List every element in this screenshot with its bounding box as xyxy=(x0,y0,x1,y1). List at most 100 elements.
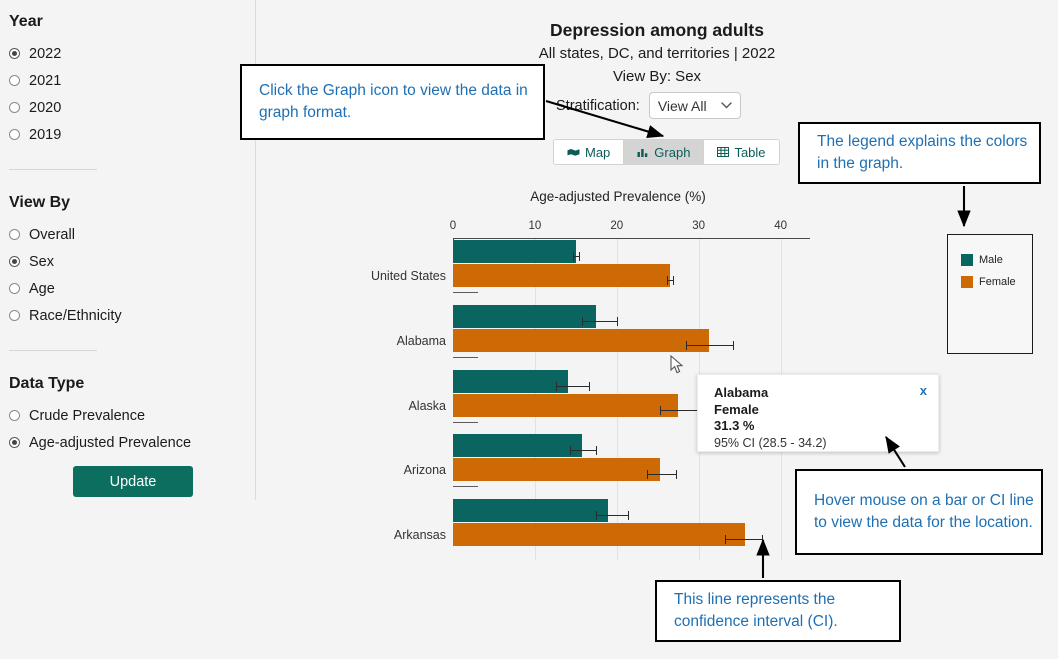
bar-male[interactable] xyxy=(453,304,596,328)
tooltip-value: 31.3 % xyxy=(714,418,755,433)
category-separator-tick xyxy=(453,356,478,358)
legend-item-male[interactable]: Male xyxy=(961,254,1032,266)
radio-icon[interactable] xyxy=(9,229,20,240)
confidence-interval-line[interactable] xyxy=(595,515,629,517)
tab-table[interactable]: Table xyxy=(704,140,779,164)
confidence-interval-cap xyxy=(686,340,688,350)
stratification-label: Stratification: xyxy=(556,97,640,114)
legend-swatch-male xyxy=(961,254,973,266)
radio-icon[interactable] xyxy=(9,256,20,267)
bar-female[interactable] xyxy=(453,458,661,482)
year-option-2022[interactable]: 2022 xyxy=(0,40,240,67)
confidence-interval-cap xyxy=(556,381,558,391)
bar-male[interactable] xyxy=(453,434,583,458)
radio-icon[interactable] xyxy=(9,283,20,294)
legend-item-female[interactable]: Female xyxy=(961,276,1032,288)
bar-female[interactable] xyxy=(453,328,710,352)
confidence-interval-cap xyxy=(570,446,572,456)
sidebar-rule-1 xyxy=(9,169,97,170)
page-title: Depression among adults xyxy=(550,20,764,40)
x-tick-label: 10 xyxy=(528,220,542,232)
callout-graph-icon: Click the Graph icon to view the data in… xyxy=(240,64,545,140)
view-by-option-age[interactable]: Age xyxy=(0,275,240,302)
option-label: Age xyxy=(29,280,55,297)
sidebar-rule-2 xyxy=(9,350,97,351)
view-by-option-sex[interactable]: Sex xyxy=(0,248,240,275)
y-axis-category-labels: United States Alabama Alaska Arizona Arkansa… xyxy=(300,238,446,560)
confidence-interval-line[interactable] xyxy=(556,385,589,387)
tab-graph[interactable]: Graph xyxy=(624,140,705,164)
legend-label: Male xyxy=(979,254,1003,266)
legend-swatch-female xyxy=(961,276,973,288)
radio-icon[interactable] xyxy=(9,102,20,113)
radio-icon[interactable] xyxy=(9,410,20,421)
bar-male[interactable] xyxy=(453,240,576,263)
confidence-interval-line[interactable] xyxy=(724,539,762,541)
option-label: Overall xyxy=(29,226,75,243)
tab-map[interactable]: Map xyxy=(554,140,625,164)
option-label: Sex xyxy=(29,253,54,270)
bar-female[interactable] xyxy=(453,523,745,547)
option-label: 2019 xyxy=(29,126,62,143)
confidence-interval-line[interactable] xyxy=(686,344,734,346)
year-option-2021[interactable]: 2021 xyxy=(0,67,240,94)
year-option-2019[interactable]: 2019 xyxy=(0,121,240,148)
bar-female[interactable] xyxy=(453,264,671,287)
bar-male[interactable] xyxy=(453,369,569,393)
mouse-cursor-icon xyxy=(670,354,686,380)
confidence-interval-cap xyxy=(628,511,630,521)
confidence-interval-cap xyxy=(647,470,649,480)
year-heading: Year xyxy=(9,13,43,30)
bar-female[interactable] xyxy=(453,393,679,417)
stratification-control: Stratification: View All xyxy=(556,92,741,119)
confidence-interval-cap xyxy=(675,470,677,480)
radio-icon[interactable] xyxy=(9,129,20,140)
year-option-2020[interactable]: 2020 xyxy=(0,94,240,121)
confidence-interval-cap xyxy=(616,316,618,326)
confidence-interval-line[interactable] xyxy=(570,450,597,452)
confidence-interval-cap xyxy=(660,405,662,415)
confidence-interval-cap xyxy=(582,316,584,326)
confidence-interval-cap xyxy=(761,535,763,545)
confidence-interval-cap xyxy=(579,252,581,261)
table-grid-icon xyxy=(717,147,730,157)
callout-text: Hover mouse on a bar or CI line to view … xyxy=(814,492,1034,531)
tab-label: Map xyxy=(585,144,611,160)
confidence-interval-cap xyxy=(673,276,675,285)
callout-ci: This line represents the confidence inte… xyxy=(655,580,901,642)
callout-text: This line represents the confidence inte… xyxy=(674,591,838,630)
filters-sidebar: Year 2022 2021 2020 2019 View By Overall… xyxy=(0,0,256,659)
chevron-down-icon xyxy=(721,100,732,112)
confidence-interval-cap xyxy=(596,446,598,456)
view-by-option-race-ethnicity[interactable]: Race/Ethnicity xyxy=(0,302,240,329)
radio-icon[interactable] xyxy=(9,310,20,321)
data-type-option-crude-prevalence[interactable]: Crude Prevalence xyxy=(0,402,250,429)
data-type-option-age-adjusted-prevalence[interactable]: Age-adjusted Prevalence xyxy=(0,429,250,456)
radio-icon[interactable] xyxy=(9,48,20,59)
view-mode-tabs: Map Graph Table xyxy=(553,139,780,165)
confidence-interval-cap xyxy=(724,535,726,545)
confidence-interval-line[interactable] xyxy=(582,320,617,322)
category-label: Alaska xyxy=(408,398,446,413)
view-by-option-overall[interactable]: Overall xyxy=(0,221,240,248)
callout-text: Click the Graph icon to view the data in… xyxy=(259,82,528,121)
bar-male[interactable] xyxy=(453,499,608,523)
confidence-interval-cap xyxy=(666,276,668,285)
confidence-interval-cap xyxy=(573,252,575,261)
tooltip-location: Alabama xyxy=(714,385,769,400)
radio-icon[interactable] xyxy=(9,437,20,448)
update-button[interactable]: Update xyxy=(73,466,193,497)
x-tick-label: 30 xyxy=(692,220,706,232)
x-tick-label: 0 xyxy=(449,220,457,232)
close-icon[interactable]: x xyxy=(920,383,927,398)
radio-icon[interactable] xyxy=(9,75,20,86)
category-separator-tick xyxy=(453,292,478,293)
stratification-select[interactable]: View All xyxy=(648,92,741,119)
view-by-heading: View By xyxy=(9,194,71,211)
callout-legend: The legend explains the colors in the gr… xyxy=(798,122,1041,184)
option-label: 2020 xyxy=(29,99,62,116)
confidence-interval-line[interactable] xyxy=(660,409,698,411)
confidence-interval-cap xyxy=(595,511,597,521)
x-tick-label: 20 xyxy=(610,220,624,232)
confidence-interval-line[interactable] xyxy=(647,474,676,476)
